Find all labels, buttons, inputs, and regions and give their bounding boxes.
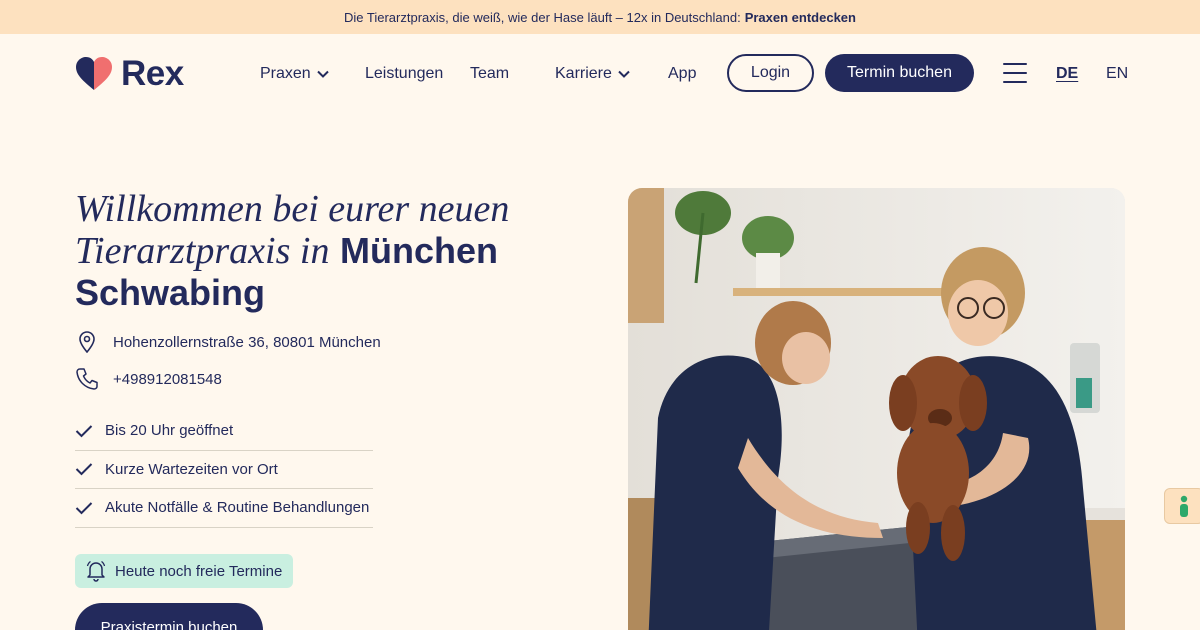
nav-item-app[interactable]: App: [668, 64, 696, 84]
feature-text: Kurze Wartezeiten vor Ort: [105, 460, 278, 478]
accessibility-icon[interactable]: [1164, 488, 1200, 524]
check-icon: [75, 425, 93, 438]
address-row[interactable]: Hohenzollernstraße 36, 80801 München: [75, 330, 381, 354]
nav-item-praxen[interactable]: Praxen: [260, 64, 329, 84]
feature-list: Bis 20 Uhr geöffnet Kurze Wartezeiten vo…: [75, 412, 373, 528]
check-icon: [75, 502, 93, 515]
title-city: München: [340, 230, 499, 271]
book-practice-appointment-button[interactable]: Praxistermin buchen: [75, 603, 263, 630]
nav-item-leistungen[interactable]: Leistungen: [365, 64, 443, 84]
nav-item-label: Praxen: [260, 65, 311, 82]
phone-icon: [75, 367, 99, 391]
main-nav: Rex Praxen Leistungen Team Karriere App …: [0, 34, 1200, 114]
nav-item-team[interactable]: Team: [470, 64, 509, 84]
feature-text: Akute Notfälle & Routine Behandlungen: [105, 499, 370, 517]
list-item: Bis 20 Uhr geöffnet: [75, 412, 373, 451]
language-en[interactable]: EN: [1106, 64, 1128, 84]
availability-badge: Heute noch freie Termine: [75, 554, 294, 588]
nav-item-label: Karriere: [555, 65, 612, 82]
nav-item-label: App: [668, 65, 697, 82]
banner-link[interactable]: Praxen entdecken: [745, 10, 856, 25]
list-item: Akute Notfälle & Routine Behandlungen: [75, 489, 373, 528]
top-banner: Die Tierarztpraxis, die weiß, wie der Ha…: [0, 0, 1200, 34]
list-item: Kurze Wartezeiten vor Ort: [75, 451, 373, 489]
title-district: Schwabing: [75, 272, 266, 313]
map-pin-icon: [75, 330, 99, 354]
phone-row[interactable]: +498912081548: [75, 367, 222, 391]
heart-icon: [76, 56, 112, 90]
hamburger-icon[interactable]: [1003, 63, 1027, 83]
book-appointment-button[interactable]: Termin buchen: [825, 54, 974, 92]
nav-item-karriere[interactable]: Karriere: [555, 64, 630, 84]
nav-item-label: Leistungen: [365, 65, 444, 82]
chevron-down-icon: [618, 70, 630, 78]
login-button[interactable]: Login: [727, 54, 814, 92]
feature-text: Bis 20 Uhr geöffnet: [105, 422, 234, 440]
availability-text: Heute noch freie Termine: [115, 562, 283, 580]
page-title: Willkommen bei eurer neuen Tierarztpraxi…: [75, 188, 555, 314]
nav-item-label: Team: [470, 65, 510, 82]
hero-photo: [628, 188, 1125, 630]
language-de[interactable]: DE: [1056, 64, 1078, 84]
logo-text: Rex: [121, 54, 184, 93]
banner-text: Die Tierarztpraxis, die weiß, wie der Ha…: [344, 9, 741, 25]
phone-text: +498912081548: [113, 370, 222, 388]
check-icon: [75, 463, 93, 476]
address-text: Hohenzollernstraße 36, 80801 München: [113, 333, 381, 351]
logo[interactable]: Rex: [75, 56, 184, 91]
chevron-down-icon: [316, 70, 329, 78]
bell-icon: [86, 560, 106, 582]
